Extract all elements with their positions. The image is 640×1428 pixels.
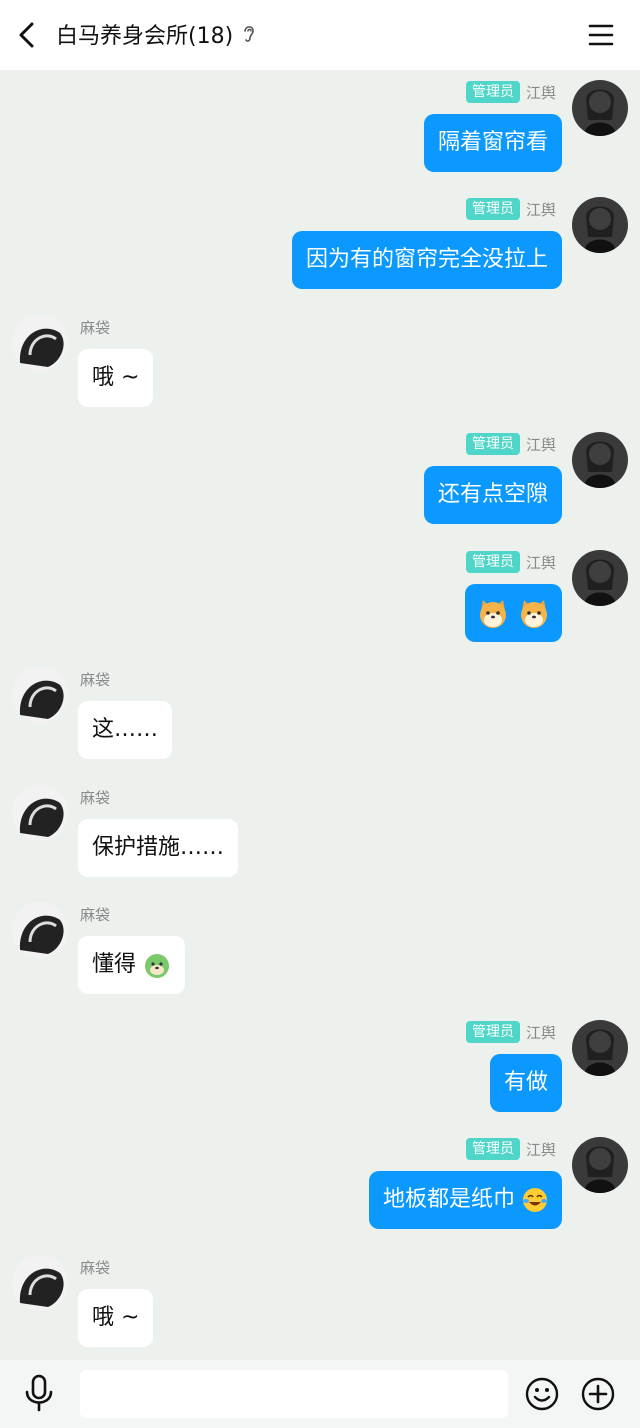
microphone-icon[interactable]: [22, 1374, 56, 1412]
message-meta: 管理员 江舆: [465, 80, 556, 104]
chat-title-area[interactable]: 白马养身会所(18): [56, 18, 257, 50]
message-bubble-emoji[interactable]: [465, 584, 562, 642]
sender-name: 麻袋: [80, 905, 111, 924]
avatar-jiangyu[interactable]: [572, 197, 628, 253]
message-item: 管理员 江舆 地板都是纸巾: [0, 1137, 640, 1247]
admin-badge: 管理员: [465, 1138, 520, 1160]
sender-name: 江舆: [525, 435, 556, 454]
chat-header: 白马养身会所(18): [0, 0, 640, 70]
message-meta: 管理员 江舆: [465, 432, 556, 456]
admin-badge: 管理员: [465, 551, 520, 573]
sender-name: 江舆: [525, 83, 556, 102]
admin-badge: 管理员: [465, 198, 520, 220]
sender-name: 麻袋: [80, 318, 111, 337]
shiba-dog-emoji: [521, 600, 547, 628]
message-item: 麻袋 这……: [0, 667, 640, 777]
message-bubble[interactable]: 哦 ~: [78, 349, 154, 407]
message-meta: 管理员 江舆: [465, 550, 556, 574]
sender-name: 麻袋: [80, 788, 111, 807]
laughing-tears-emoji: [523, 1188, 547, 1212]
message-item: 管理员 江舆 隔着窗帘看: [0, 80, 640, 190]
back-chevron-icon[interactable]: [14, 20, 42, 50]
message-bubble[interactable]: 还有点空隙: [423, 466, 562, 524]
message-meta: 管理员 江舆: [465, 1137, 556, 1161]
sender-name: 江舆: [525, 1140, 556, 1159]
message-bubble[interactable]: 这……: [78, 701, 173, 759]
avatar-jiangyu[interactable]: [572, 1020, 628, 1076]
message-item: 管理员 江舆 因为有的窗帘完全没拉上: [0, 197, 640, 307]
avatar-madai[interactable]: [12, 667, 68, 723]
plus-icon[interactable]: [580, 1376, 616, 1412]
sender-name: 江舆: [525, 200, 556, 219]
message-bubble[interactable]: 地板都是纸巾: [368, 1171, 562, 1229]
message-item: 麻袋 哦 ~: [0, 315, 640, 425]
message-meta: 麻袋: [80, 315, 110, 339]
sender-name: 江舆: [525, 553, 556, 572]
message-text: 地板都是纸巾: [382, 1187, 515, 1212]
admin-badge: 管理员: [465, 81, 520, 103]
message-bubble[interactable]: 隔着窗帘看: [423, 114, 562, 172]
ear-icon: [244, 26, 254, 42]
hamburger-menu-icon[interactable]: [588, 22, 614, 48]
message-item: 管理员 江舆: [0, 550, 640, 660]
avatar-madai[interactable]: [12, 785, 68, 841]
message-bubble[interactable]: 有做: [489, 1054, 562, 1112]
chat-title: 白马养身会所(18): [56, 24, 234, 49]
message-meta: 麻袋: [80, 785, 110, 809]
message-bubble[interactable]: 懂得: [78, 936, 186, 994]
message-item: 麻袋 保护措施……: [0, 785, 640, 895]
avatar-jiangyu[interactable]: [572, 80, 628, 136]
message-meta: 管理员 江舆: [465, 1020, 556, 1044]
message-meta: 麻袋: [80, 1255, 110, 1279]
sender-name: 麻袋: [80, 1258, 111, 1277]
message-bubble[interactable]: 因为有的窗帘完全没拉上: [291, 231, 562, 289]
message-meta: 麻袋: [80, 902, 110, 926]
input-bar: [0, 1360, 640, 1428]
shiba-dog-emoji: [480, 600, 506, 628]
message-bubble[interactable]: 哦 ~: [78, 1289, 154, 1347]
sender-name: 江舆: [525, 1023, 556, 1042]
sender-name: 麻袋: [80, 670, 111, 689]
avatar-jiangyu[interactable]: [572, 1137, 628, 1193]
admin-badge: 管理员: [465, 433, 520, 455]
avatar-jiangyu[interactable]: [572, 550, 628, 606]
avatar-jiangyu[interactable]: [572, 432, 628, 488]
smiley-icon[interactable]: [524, 1376, 560, 1412]
avatar-madai[interactable]: [12, 315, 68, 371]
message-bubble[interactable]: 保护措施……: [78, 819, 239, 877]
message-meta: 麻袋: [80, 667, 110, 691]
message-item: 管理员 江舆 有做: [0, 1020, 640, 1130]
message-item: 麻袋 哦 ~: [0, 1255, 640, 1365]
green-dog-emoji: [145, 954, 170, 978]
admin-badge: 管理员: [465, 1021, 520, 1043]
message-input[interactable]: [80, 1370, 508, 1418]
message-item: 麻袋 懂得: [0, 902, 640, 1012]
message-item: 管理员 江舆 还有点空隙: [0, 432, 640, 542]
message-text: 懂得: [92, 952, 137, 977]
avatar-madai[interactable]: [12, 1255, 68, 1311]
avatar-madai[interactable]: [12, 902, 68, 958]
message-meta: 管理员 江舆: [465, 197, 556, 221]
message-list[interactable]: 管理员 江舆 隔着窗帘看 管理员 江舆 因为有的窗帘完全没拉上 麻袋 哦 ~ 管…: [0, 70, 640, 1360]
